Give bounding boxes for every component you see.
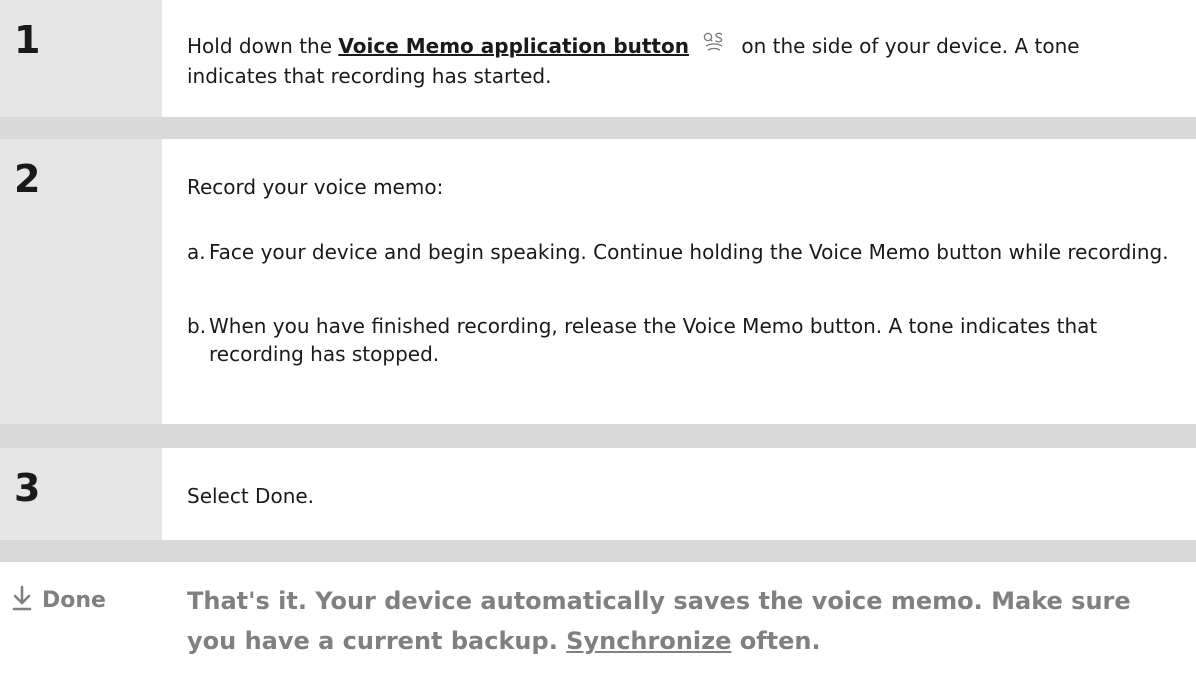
step-number: 1 — [14, 18, 41, 62]
step-3: 3 Select Done. — [0, 448, 1196, 540]
step-2-item-a: a. Face your device and begin speaking. … — [187, 238, 1176, 266]
step-content: Select Done. — [162, 448, 1196, 540]
step-separator — [0, 424, 1196, 448]
step-2-item-b: b. When you have finished recording, rel… — [187, 312, 1176, 368]
item-text: When you have finished recording, releas… — [209, 314, 1098, 366]
done-text: That's it. Your device automatically sav… — [187, 581, 1177, 661]
step-2-intro: Record your voice memo: — [187, 175, 444, 199]
done-section: Done That's it. Your device automaticall… — [0, 572, 1196, 687]
step-separator — [0, 540, 1196, 562]
step-number-box: 1 — [0, 0, 162, 117]
step-number: 3 — [14, 466, 41, 510]
synchronize-link[interactable]: Synchronize — [566, 627, 731, 655]
step-number-box: 2 — [0, 139, 162, 424]
item-label: b. — [187, 314, 207, 338]
step-separator — [0, 117, 1196, 139]
step-number: 2 — [14, 157, 41, 201]
done-text-after: often. — [731, 627, 821, 655]
step-content: Record your voice memo: a. Face your dev… — [162, 139, 1196, 424]
voice-memo-icon — [703, 31, 725, 62]
item-text: Face your device and begin speaking. Con… — [209, 240, 1169, 264]
done-label-text: Done — [42, 588, 106, 613]
step-1: 1 Hold down the Voice Memo application b… — [0, 0, 1196, 117]
voice-memo-app-button-link[interactable]: Voice Memo application button — [338, 34, 689, 58]
done-label: Done — [12, 585, 106, 617]
item-label: a. — [187, 240, 206, 264]
down-arrow-icon — [12, 585, 32, 617]
step-1-text-before: Hold down the — [187, 34, 339, 58]
step-number-box: 3 — [0, 448, 162, 540]
step-3-text: Select Done. — [187, 484, 315, 508]
step-2: 2 Record your voice memo: a. Face your d… — [0, 139, 1196, 424]
step-content: Hold down the Voice Memo application but… — [162, 0, 1196, 117]
step-1-text: Hold down the Voice Memo application but… — [187, 31, 1176, 90]
